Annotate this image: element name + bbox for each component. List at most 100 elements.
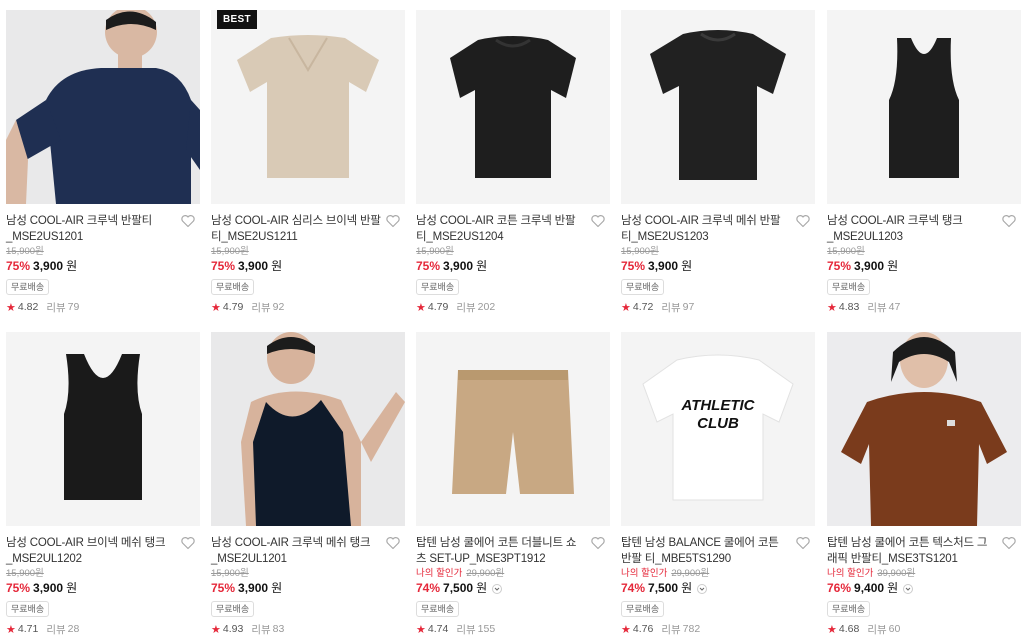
- star-icon: ★: [827, 623, 837, 636]
- product-image[interactable]: [621, 10, 815, 204]
- heart-icon[interactable]: [590, 213, 606, 229]
- review-count: 92: [272, 301, 285, 313]
- product-card[interactable]: 남성 COOL-AIR 크루넥 반팔티 _MSE2US1201 15,900원 …: [6, 10, 200, 314]
- free-shipping-badge: 무료배송: [6, 601, 50, 617]
- review-label: 리뷰: [661, 623, 681, 636]
- rating-row: ★ 4.93 리뷰 83: [211, 622, 405, 636]
- rating-row: ★ 4.76 리뷰 782: [621, 622, 815, 636]
- product-title[interactable]: 남성 COOL-AIR 크루넥 메쉬 탱크 _MSE2UL1201: [211, 535, 381, 567]
- review-count: 83: [272, 623, 285, 635]
- product-image[interactable]: [416, 10, 610, 204]
- product-title[interactable]: 탑텐 남성 쿨에어 코튼 텍스처드 그래픽 반팔티_MSE3TS1201: [827, 535, 997, 567]
- product-image[interactable]: [827, 10, 1021, 204]
- product-image[interactable]: [211, 332, 405, 526]
- heart-icon[interactable]: [795, 535, 811, 551]
- product-image[interactable]: [6, 10, 200, 204]
- product-card[interactable]: 남성 COOL-AIR 코튼 크루넥 반팔 티_MSE2US1204 15,90…: [416, 10, 610, 314]
- heart-icon[interactable]: [385, 535, 401, 551]
- review-label: 리뷰: [456, 301, 476, 314]
- original-price-row: 나의 할인가 29,900원: [416, 567, 610, 580]
- rating-row: ★ 4.74 리뷰 155: [416, 622, 610, 636]
- product-card[interactable]: ATHLETIC CLUB 탑텐 남성 BALANCE 쿨에어 코튼 반팔 티_…: [621, 332, 815, 636]
- product-image-graphic: [211, 10, 405, 204]
- product-card[interactable]: 남성 COOL-AIR 크루넥 메쉬 반팔 티_MSE2US1203 15,90…: [621, 10, 815, 314]
- heart-icon[interactable]: [385, 213, 401, 229]
- star-icon: ★: [416, 623, 426, 636]
- discount-rate: 75%: [211, 581, 236, 595]
- rating-row: ★ 4.82 리뷰 79: [6, 300, 200, 314]
- chevron-down-icon[interactable]: [492, 583, 503, 594]
- star-icon: ★: [211, 623, 221, 636]
- discount-rate: 75%: [6, 581, 31, 595]
- product-title[interactable]: 남성 COOL-AIR 크루넥 메쉬 반팔 티_MSE2US1203: [621, 213, 791, 245]
- original-price: 15,900원: [6, 568, 44, 579]
- heart-icon[interactable]: [1001, 535, 1017, 551]
- currency: 원: [681, 259, 693, 273]
- rating: 4.79: [427, 301, 449, 313]
- heart-icon[interactable]: [590, 535, 606, 551]
- product-image[interactable]: ATHLETIC CLUB: [621, 332, 815, 526]
- chevron-down-icon[interactable]: [903, 583, 914, 594]
- product-title[interactable]: 남성 COOL-AIR 심리스 브이넥 반팔 티_MSE2US1211: [211, 213, 381, 245]
- price-row: 75% 3,900 원: [416, 258, 610, 275]
- currency: 원: [271, 259, 283, 273]
- sale-price: 9,400: [854, 581, 885, 595]
- sale-price: 3,900: [443, 259, 474, 273]
- sale-price: 3,900: [33, 581, 64, 595]
- free-shipping-badge: 무료배송: [211, 279, 255, 295]
- currency: 원: [887, 259, 899, 273]
- review-label: 리뷰: [251, 623, 271, 636]
- product-image[interactable]: BEST: [211, 10, 405, 204]
- sale-price: 7,500: [648, 581, 679, 595]
- star-icon: ★: [6, 623, 16, 636]
- my-discount-label: 나의 할인가: [827, 568, 874, 579]
- product-image-graphic: [211, 332, 405, 526]
- currency: 원: [476, 581, 488, 595]
- heart-icon[interactable]: [180, 535, 196, 551]
- product-image[interactable]: [6, 332, 200, 526]
- review-label: 리뷰: [46, 623, 66, 636]
- currency: 원: [887, 581, 899, 595]
- price-row: 75% 3,900 원: [211, 258, 405, 275]
- rating: 4.79: [222, 301, 244, 313]
- star-icon: ★: [621, 301, 631, 314]
- rating: 4.72: [632, 301, 654, 313]
- discount-rate: 75%: [827, 259, 852, 273]
- product-title[interactable]: 탑텐 남성 BALANCE 쿨에어 코튼 반팔 티_MBE5TS1290: [621, 535, 791, 567]
- star-icon: ★: [416, 301, 426, 314]
- product-image-graphic: [621, 10, 815, 204]
- discount-rate: 75%: [621, 259, 646, 273]
- review-label: 리뷰: [251, 301, 271, 314]
- heart-icon[interactable]: [795, 213, 811, 229]
- product-image-graphic: ATHLETIC CLUB: [621, 332, 815, 526]
- product-title[interactable]: 탑텐 남성 쿨에어 코튼 더블니트 쇼츠 SET-UP_MSE3PT1912: [416, 535, 586, 567]
- graphic-text-1: ATHLETIC: [680, 397, 755, 414]
- product-title[interactable]: 남성 COOL-AIR 브이넥 메쉬 탱크 _MSE2UL1202: [6, 535, 176, 567]
- product-image-graphic: [6, 10, 200, 204]
- product-card[interactable]: 남성 COOL-AIR 크루넥 메쉬 탱크 _MSE2UL1201 15,900…: [211, 332, 405, 636]
- product-title[interactable]: 남성 COOL-AIR 크루넥 반팔티 _MSE2US1201: [6, 213, 176, 245]
- product-title[interactable]: 남성 COOL-AIR 크루넥 탱크 _MSE2UL1203: [827, 213, 997, 245]
- review-label: 리뷰: [867, 301, 887, 314]
- discount-rate: 74%: [416, 581, 441, 595]
- price-row: 75% 3,900 원: [211, 580, 405, 597]
- chevron-down-icon[interactable]: [697, 583, 708, 594]
- heart-icon[interactable]: [180, 213, 196, 229]
- product-card[interactable]: 탑텐 남성 쿨에어 코튼 텍스처드 그래픽 반팔티_MSE3TS1201 나의 …: [827, 332, 1021, 636]
- free-shipping-badge: 무료배송: [416, 601, 460, 617]
- original-price: 15,900원: [211, 246, 249, 257]
- star-icon: ★: [827, 301, 837, 314]
- heart-icon[interactable]: [1001, 213, 1017, 229]
- sale-price: 3,900: [648, 259, 679, 273]
- product-image[interactable]: [827, 332, 1021, 526]
- discount-rate: 74%: [621, 581, 646, 595]
- price-row: 75% 3,900 원: [621, 258, 815, 275]
- product-card[interactable]: 남성 COOL-AIR 브이넥 메쉬 탱크 _MSE2UL1202 15,900…: [6, 332, 200, 636]
- product-image[interactable]: [416, 332, 610, 526]
- product-title[interactable]: 남성 COOL-AIR 코튼 크루넥 반팔 티_MSE2US1204: [416, 213, 586, 245]
- rating-row: ★ 4.79 리뷰 202: [416, 300, 610, 314]
- product-card[interactable]: 남성 COOL-AIR 크루넥 탱크 _MSE2UL1203 15,900원 7…: [827, 10, 1021, 314]
- rating: 4.71: [17, 623, 39, 635]
- product-card[interactable]: BEST 남성 COOL-AIR 심리스 브이넥 반팔 티_MSE2US1211…: [211, 10, 405, 314]
- product-card[interactable]: 탑텐 남성 쿨에어 코튼 더블니트 쇼츠 SET-UP_MSE3PT1912 나…: [416, 332, 610, 636]
